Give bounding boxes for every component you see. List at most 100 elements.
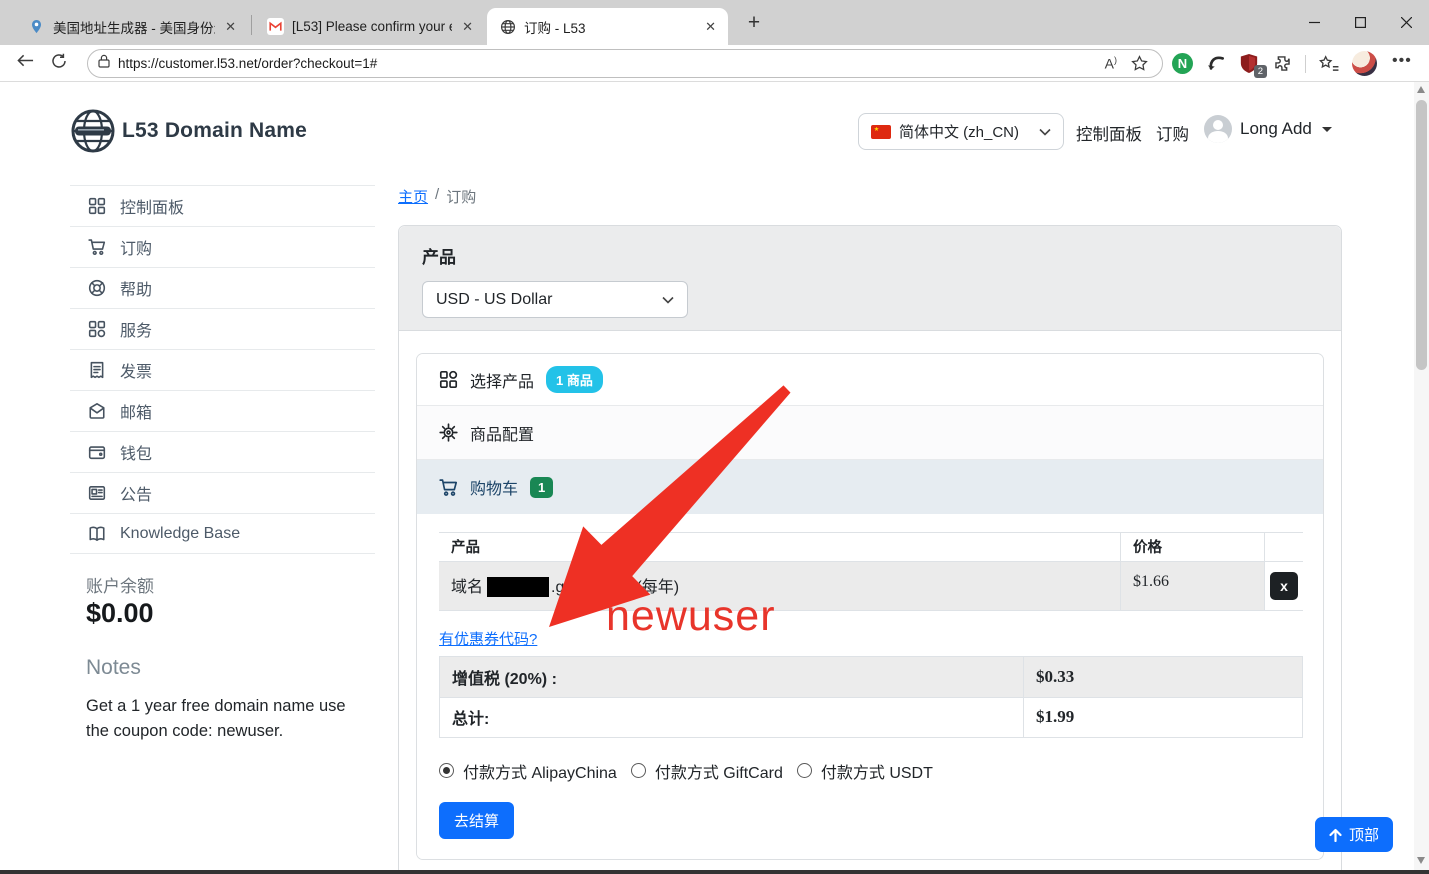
profile-avatar[interactable] bbox=[1352, 51, 1377, 76]
nav-order-link[interactable]: 订购 bbox=[1156, 121, 1189, 145]
sidebar-item-wallet[interactable]: 钱包 bbox=[70, 431, 375, 472]
total-label: 总计: bbox=[440, 705, 1023, 729]
back-icon[interactable] bbox=[8, 53, 42, 73]
page-scrollbar[interactable] bbox=[1414, 82, 1429, 870]
section-select-product[interactable]: 选择产品 1 商品 bbox=[417, 354, 1323, 406]
arrow-up-icon bbox=[1329, 828, 1342, 842]
tab-email-confirm[interactable]: [L53] Please confirm your email a ✕ bbox=[255, 8, 485, 45]
total-row: 总计: $1.99 bbox=[440, 697, 1302, 737]
site-logo[interactable]: L53 Domain Name bbox=[70, 108, 307, 154]
extension-n-icon[interactable]: N bbox=[1172, 53, 1193, 74]
user-name: Long Add bbox=[1240, 119, 1312, 139]
back-to-top-label: 顶部 bbox=[1349, 824, 1379, 845]
sidebar-item-help[interactable]: 帮助 bbox=[70, 267, 375, 308]
breadcrumb-separator: / bbox=[435, 186, 439, 207]
sidebar-item-services[interactable]: 服务 bbox=[70, 308, 375, 349]
payment-option-label: 付款方式 GiftCard bbox=[655, 759, 783, 783]
sidebar-item-mailbox[interactable]: 邮箱 bbox=[70, 390, 375, 431]
tab-address-generator[interactable]: 美国地址生成器 - 美国身份生成器 ✕ bbox=[16, 8, 248, 45]
avatar bbox=[1204, 115, 1232, 143]
toolbar-divider bbox=[1305, 55, 1306, 73]
language-label: 简体中文 (zh_CN) bbox=[899, 121, 1019, 142]
product-card-title: 产品 bbox=[422, 243, 1318, 268]
sidebar-item-knowledge-base[interactable]: Knowledge Base bbox=[70, 513, 375, 554]
section-cart[interactable]: 购物车 1 bbox=[417, 460, 1323, 514]
payment-option-giftcard[interactable]: 付款方式 GiftCard bbox=[631, 759, 783, 783]
extension-puzzle-icon[interactable] bbox=[1273, 54, 1292, 73]
radio-icon[interactable] bbox=[439, 763, 454, 778]
cart-row: 域名.gg : 注册 (每年) $1.66 x bbox=[439, 562, 1303, 611]
url-text[interactable]: https://customer.l53.net/order?checkout=… bbox=[118, 56, 1097, 71]
redacted-domain bbox=[487, 577, 549, 597]
scroll-down-arrow[interactable] bbox=[1417, 857, 1425, 864]
coupon-code-link[interactable]: 有优惠券代码? bbox=[439, 628, 537, 649]
payment-option-alipay[interactable]: 付款方式 AlipayChina bbox=[439, 759, 617, 783]
refresh-icon[interactable] bbox=[42, 53, 76, 74]
minimize-button[interactable] bbox=[1291, 0, 1337, 45]
chevron-down-icon bbox=[1039, 128, 1051, 136]
breadcrumb-current: 订购 bbox=[446, 186, 476, 207]
extension-shield-icon[interactable]: 2 bbox=[1239, 53, 1260, 74]
sidebar-item-dashboard[interactable]: 控制面板 bbox=[70, 185, 375, 226]
balance-label: 账户余额 bbox=[86, 572, 154, 597]
cart-body: 产品 价格 域名.gg : 注册 (每年) $1.66 x bbox=[417, 514, 1323, 859]
sidebar-item-announcements[interactable]: 公告 bbox=[70, 472, 375, 513]
close-window-button[interactable] bbox=[1383, 0, 1429, 45]
section-product-config[interactable]: 商品配置 bbox=[417, 406, 1323, 460]
column-price: 价格 bbox=[1120, 533, 1264, 561]
extension-swoosh-icon[interactable] bbox=[1206, 55, 1226, 73]
sidebar-item-label: 订购 bbox=[120, 235, 152, 259]
favorites-hub-icon[interactable] bbox=[1319, 55, 1339, 73]
extension-badge: 2 bbox=[1254, 65, 1267, 78]
close-icon[interactable]: ✕ bbox=[703, 19, 718, 35]
grid-icon bbox=[88, 197, 106, 215]
read-aloud-icon[interactable]: A) bbox=[1105, 55, 1117, 72]
lock-icon bbox=[98, 54, 110, 73]
cart-icon bbox=[439, 478, 458, 497]
gmail-icon bbox=[267, 18, 284, 35]
notes-text: Get a 1 year free domain name use the co… bbox=[86, 694, 358, 744]
favorite-star-icon[interactable] bbox=[1131, 55, 1148, 72]
scrollbar-thumb[interactable] bbox=[1416, 100, 1427, 370]
remove-item-button[interactable]: x bbox=[1270, 572, 1298, 600]
sidebar-item-label: 发票 bbox=[120, 358, 152, 382]
invoice-icon bbox=[88, 361, 106, 379]
tab-order-l53[interactable]: 订购 - L53 ✕ bbox=[487, 8, 728, 45]
close-icon[interactable]: ✕ bbox=[460, 19, 475, 35]
new-tab-button[interactable]: + bbox=[741, 11, 767, 35]
cart-item-name: 域名.gg : 注册 (每年) bbox=[439, 562, 1120, 610]
user-menu[interactable]: Long Add bbox=[1204, 115, 1332, 143]
address-bar[interactable]: https://customer.l53.net/order?checkout=… bbox=[87, 49, 1163, 78]
nav-dashboard-link[interactable]: 控制面板 bbox=[1076, 121, 1142, 145]
chevron-down-icon bbox=[662, 296, 674, 304]
window-bottom-edge bbox=[0, 870, 1429, 874]
radio-icon[interactable] bbox=[631, 763, 646, 778]
back-to-top-button[interactable]: 顶部 bbox=[1315, 817, 1393, 852]
sidebar-item-invoices[interactable]: 发票 bbox=[70, 349, 375, 390]
checkout-button[interactable]: 去结算 bbox=[439, 802, 514, 839]
book-icon bbox=[88, 525, 106, 543]
sidebar-item-label: 帮助 bbox=[120, 276, 152, 300]
settings-menu-icon[interactable]: ••• bbox=[1390, 52, 1422, 76]
browser-toolbar: https://customer.l53.net/order?checkout=… bbox=[0, 45, 1429, 82]
currency-select[interactable]: USD - US Dollar bbox=[422, 281, 688, 318]
payment-option-usdt[interactable]: 付款方式 USDT bbox=[797, 759, 933, 783]
close-icon[interactable]: ✕ bbox=[223, 19, 238, 35]
radio-icon[interactable] bbox=[797, 763, 812, 778]
product-count-badge: 1 商品 bbox=[546, 366, 603, 393]
breadcrumb-home-link[interactable]: 主页 bbox=[398, 186, 428, 207]
globe-logo-icon bbox=[70, 108, 116, 154]
cart-table-header: 产品 价格 bbox=[439, 533, 1303, 562]
maximize-button[interactable] bbox=[1337, 0, 1383, 45]
language-select[interactable]: 简体中文 (zh_CN) bbox=[858, 113, 1064, 150]
sidebar-item-order[interactable]: 订购 bbox=[70, 226, 375, 267]
scroll-up-arrow[interactable] bbox=[1417, 86, 1425, 93]
column-actions bbox=[1264, 533, 1303, 561]
checkout-accordion: 选择产品 1 商品 商品配置 购物车 1 产品 价格 bbox=[416, 353, 1324, 860]
breadcrumb: 主页 / 订购 bbox=[398, 186, 476, 207]
vat-row: 增值税 (20%) : $0.33 bbox=[440, 657, 1302, 697]
logo-text: L53 Domain Name bbox=[122, 119, 307, 143]
annotation-text: newuser bbox=[606, 592, 776, 641]
column-product: 产品 bbox=[439, 533, 1120, 561]
announcement-icon bbox=[88, 484, 106, 502]
